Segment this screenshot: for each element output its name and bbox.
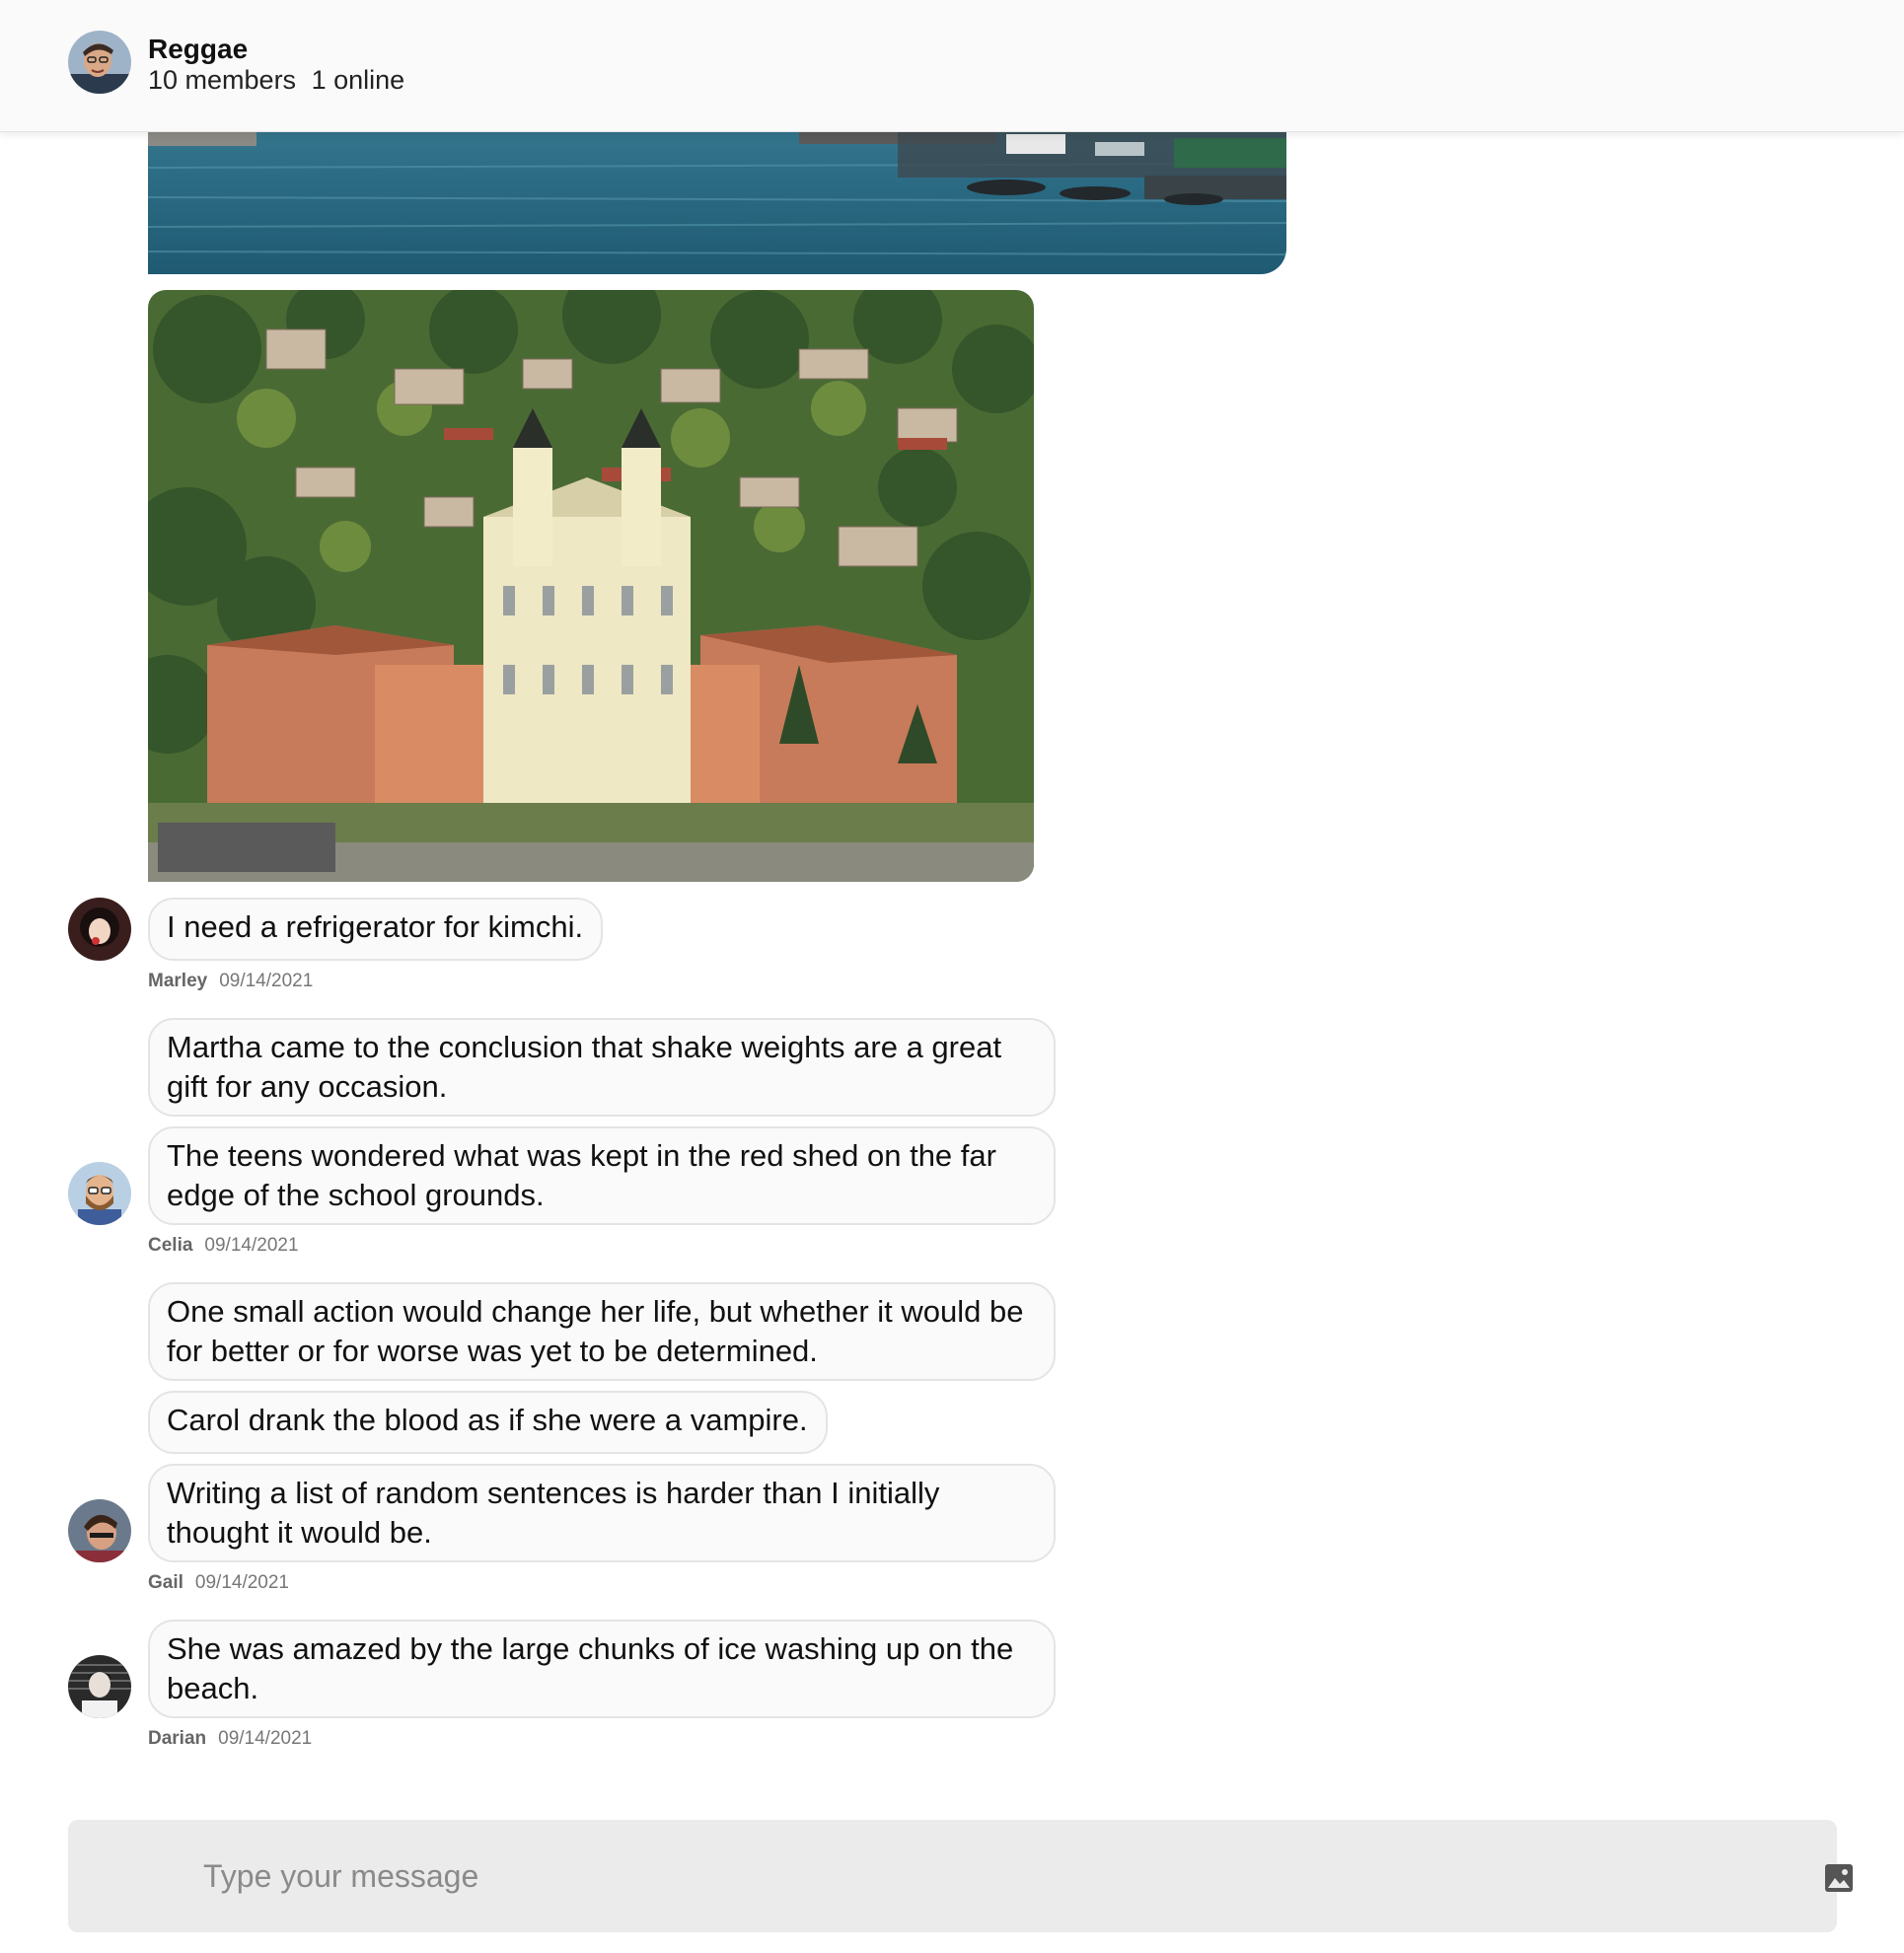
- chat-subtitle: 10 members 1 online: [148, 65, 404, 96]
- avatar-celia[interactable]: [68, 1162, 131, 1225]
- avatar-darian[interactable]: [68, 1655, 131, 1718]
- message-date: 09/14/2021: [194, 1572, 289, 1593]
- message-date: 09/14/2021: [204, 1235, 299, 1256]
- message-meta: Marley 09/14/2021: [148, 971, 313, 992]
- message-date: 09/14/2021: [218, 1728, 313, 1749]
- group-avatar[interactable]: [68, 31, 131, 94]
- avatar-marley[interactable]: [68, 898, 131, 961]
- message-bubble[interactable]: Writing a list of random sentences is ha…: [148, 1464, 1056, 1562]
- member-count: 10 members: [148, 65, 297, 95]
- message-meta: Darian 09/14/2021: [148, 1728, 312, 1750]
- sender-name: Gail: [148, 1572, 183, 1593]
- message-date: 09/14/2021: [219, 971, 314, 991]
- message-bubble[interactable]: The teens wondered what was kept in the …: [148, 1126, 1056, 1225]
- online-count: 1 online: [311, 65, 405, 95]
- chat-header: Reggae 10 members 1 online: [0, 0, 1904, 132]
- message-bubble[interactable]: Martha came to the conclusion that shake…: [148, 1018, 1056, 1117]
- avatar-gail[interactable]: [68, 1499, 131, 1562]
- image-icon[interactable]: [1824, 1863, 1854, 1893]
- message-meta: Celia 09/14/2021: [148, 1235, 299, 1257]
- message-bubble[interactable]: Carol drank the blood as if she were a v…: [148, 1391, 828, 1454]
- message-bubble[interactable]: One small action would change her life, …: [148, 1282, 1056, 1381]
- message-composer: [68, 1820, 1853, 1932]
- sender-name: Marley: [148, 971, 208, 991]
- sender-name: Celia: [148, 1235, 193, 1256]
- chat-title: Reggae: [148, 34, 249, 64]
- shared-image-town[interactable]: [148, 290, 1034, 882]
- message-bubble[interactable]: I need a refrigerator for kimchi.: [148, 898, 604, 961]
- message-meta: Gail 09/14/2021: [148, 1572, 289, 1594]
- message-input[interactable]: [203, 1847, 1683, 1905]
- message-bubble[interactable]: She was amazed by the large chunks of ic…: [148, 1620, 1056, 1718]
- sender-name: Darian: [148, 1728, 207, 1749]
